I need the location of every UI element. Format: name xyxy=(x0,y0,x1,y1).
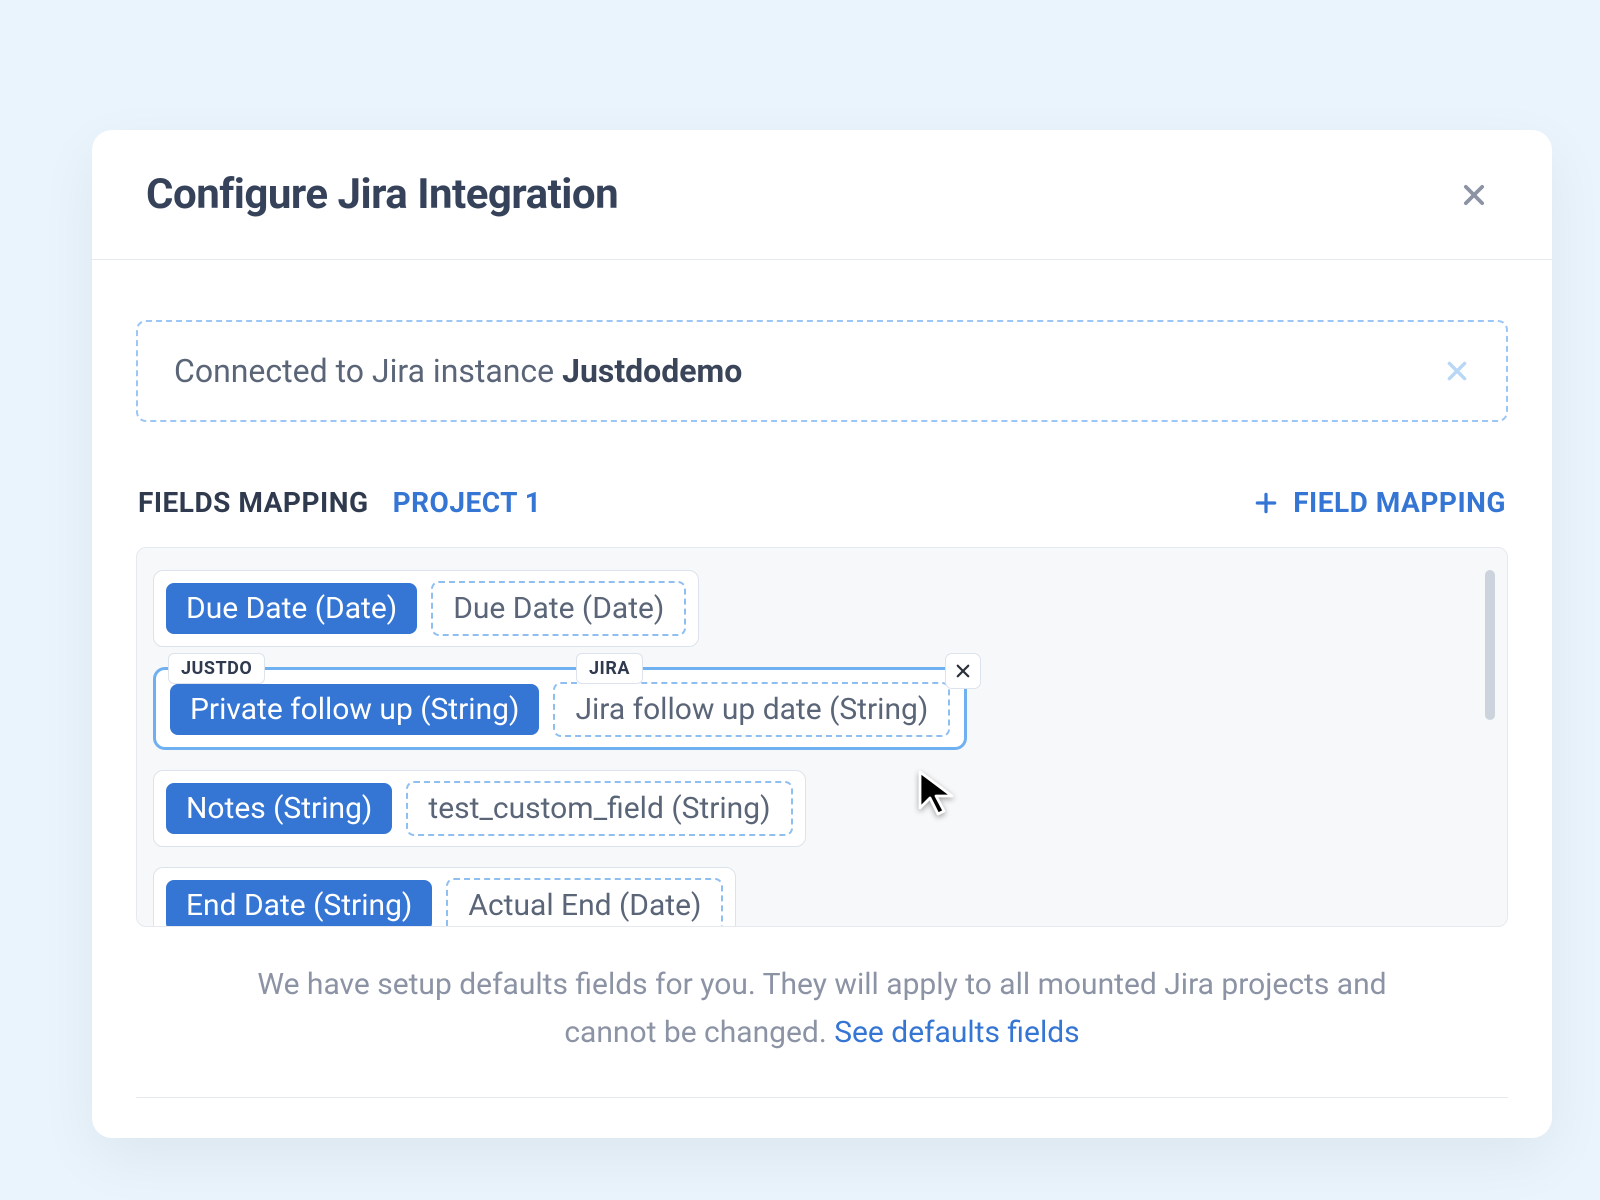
connection-text: Connected to Jira instance Justdodemo xyxy=(174,352,742,390)
close-button[interactable] xyxy=(1450,171,1498,219)
add-field-mapping-button[interactable]: FIELD MAPPING xyxy=(1253,486,1506,519)
justdo-field-pill[interactable]: Private follow up (String) xyxy=(170,684,539,735)
see-defaults-link[interactable]: See defaults fields xyxy=(834,1015,1079,1050)
modal-header: Configure Jira Integration xyxy=(92,130,1552,260)
jira-field-pill[interactable]: Jira follow up date (String) xyxy=(553,682,950,737)
mapping-row[interactable]: Due Date (Date) Due Date (Date) xyxy=(153,570,699,647)
close-icon xyxy=(1444,358,1470,384)
justdo-field-pill[interactable]: Due Date (Date) xyxy=(166,583,417,634)
configure-jira-modal: Configure Jira Integration Connected to … xyxy=(92,130,1552,1138)
footer-note: We have setup defaults fields for you. T… xyxy=(136,927,1508,1067)
modal-body: Connected to Jira instance Justdodemo FI… xyxy=(92,260,1552,1138)
add-field-mapping-label: FIELD MAPPING xyxy=(1293,486,1506,519)
section-label: FIELDS MAPPING xyxy=(138,486,369,519)
banner-dismiss-button[interactable] xyxy=(1444,358,1470,384)
mapping-row[interactable]: JUSTDO JIRA Private follow up (String) J… xyxy=(153,667,967,750)
section-header: FIELDS MAPPING PROJECT 1 FIELD MAPPING xyxy=(136,486,1508,519)
connection-instance: Justdodemo xyxy=(562,352,742,390)
justdo-column-tag: JUSTDO xyxy=(168,653,265,684)
remove-mapping-button[interactable] xyxy=(945,653,981,689)
justdo-field-pill[interactable]: Notes (String) xyxy=(166,783,392,834)
modal-divider xyxy=(136,1097,1508,1098)
mapping-row[interactable]: End Date (String) Actual End (Date) xyxy=(153,867,736,927)
close-icon xyxy=(954,662,972,680)
jira-field-pill[interactable]: Actual End (Date) xyxy=(446,878,723,927)
jira-column-tag: JIRA xyxy=(576,653,643,684)
footer-text: We have setup defaults fields for you. T… xyxy=(257,967,1386,1050)
modal-title: Configure Jira Integration xyxy=(146,170,618,219)
jira-field-pill[interactable]: Due Date (Date) xyxy=(431,581,686,636)
plus-icon xyxy=(1253,490,1279,516)
connection-prefix: Connected to Jira instance xyxy=(174,352,562,390)
close-icon xyxy=(1460,181,1488,209)
section-breadcrumb: FIELDS MAPPING PROJECT 1 xyxy=(138,486,541,519)
mapping-row[interactable]: Notes (String) test_custom_field (String… xyxy=(153,770,806,847)
justdo-field-pill[interactable]: End Date (String) xyxy=(166,880,432,927)
section-project-tab[interactable]: PROJECT 1 xyxy=(393,486,542,519)
jira-field-pill[interactable]: test_custom_field (String) xyxy=(406,781,792,836)
scrollbar-thumb[interactable] xyxy=(1485,570,1495,720)
connection-banner: Connected to Jira instance Justdodemo xyxy=(136,320,1508,422)
mapping-list: Due Date (Date) Due Date (Date) JUSTDO J… xyxy=(136,547,1508,927)
